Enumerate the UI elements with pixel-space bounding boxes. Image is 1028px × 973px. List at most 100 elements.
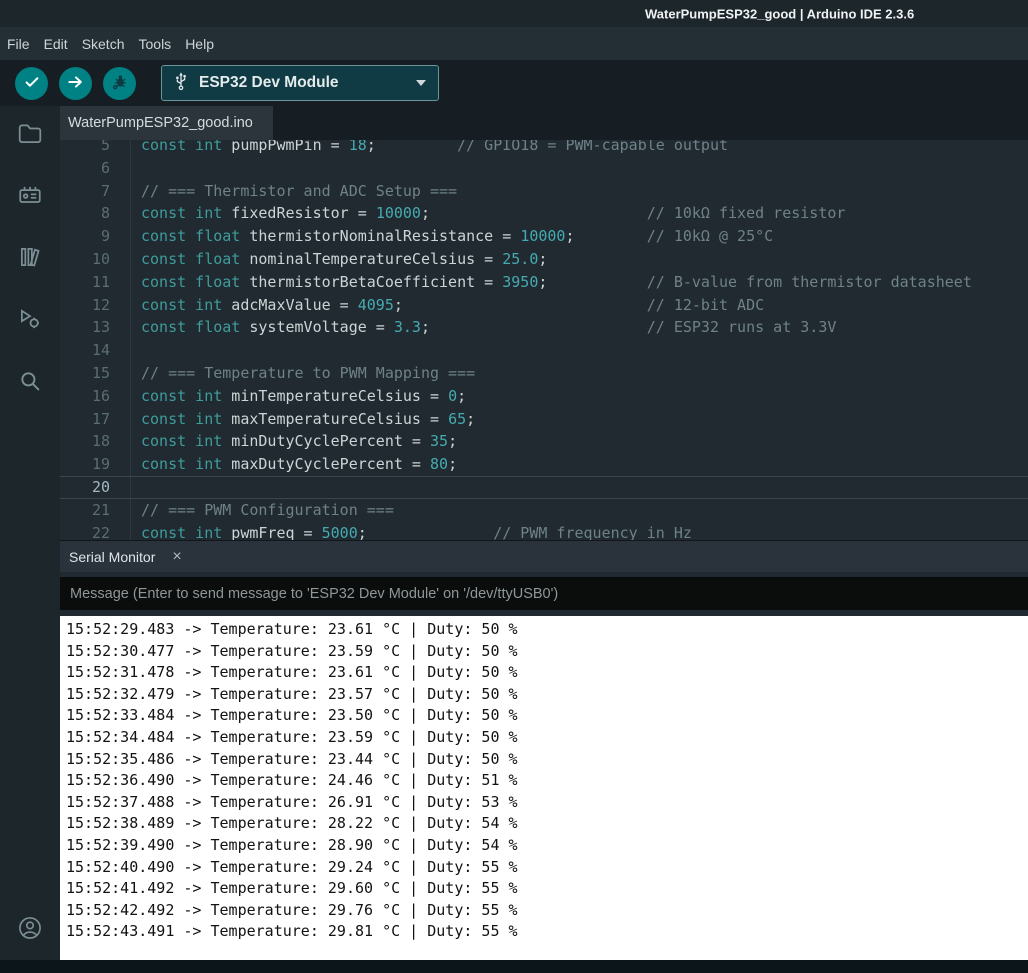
code-text: const int minDutyCyclePercent = 35;: [131, 430, 457, 453]
close-icon[interactable]: ×: [172, 549, 181, 565]
code-text: const int pwmFreq = 5000; // PWM frequen…: [131, 522, 692, 540]
code-line: 13const float systemVoltage = 3.3; // ES…: [60, 316, 1028, 339]
status-bar: [0, 960, 1028, 973]
serial-message-input[interactable]: [60, 577, 1028, 610]
chevron-down-icon: [416, 80, 426, 86]
code-editor[interactable]: 5const int pumpPwmPin = 18; // GPIO18 = …: [60, 140, 1028, 540]
code-line: 10const float nominalTemperatureCelsius …: [60, 248, 1028, 271]
line-number: 19: [60, 453, 131, 476]
line-number: 11: [60, 271, 131, 294]
serial-line: 15:52:42.492 -> Temperature: 29.76 °C | …: [66, 900, 1028, 922]
line-number: 21: [60, 499, 131, 522]
sidebar-item-account[interactable]: [13, 913, 47, 947]
code-text: [131, 157, 141, 180]
line-number: 7: [60, 180, 131, 203]
line-number: 17: [60, 408, 131, 431]
sidebar-item-boards-manager[interactable]: [13, 180, 47, 214]
serial-line: 15:52:33.484 -> Temperature: 23.50 °C | …: [66, 705, 1028, 727]
upload-arrow-icon: [66, 72, 86, 95]
code-text: const int maxTemperatureCelsius = 65;: [131, 408, 475, 431]
code-text: // === PWM Configuration ===: [131, 499, 394, 522]
toolbar: ESP32 Dev Module: [0, 60, 1028, 106]
library-icon: [17, 244, 43, 275]
code-text: const float nominalTemperatureCelsius = …: [131, 248, 547, 271]
window-title: WaterPumpESP32_good | Arduino IDE 2.3.6: [645, 6, 914, 21]
serial-line: 15:52:43.491 -> Temperature: 29.81 °C | …: [66, 921, 1028, 943]
usb-plug-icon: [174, 71, 188, 96]
line-number: 14: [60, 339, 131, 362]
serial-line: 15:52:40.490 -> Temperature: 29.24 °C | …: [66, 857, 1028, 879]
code-line: 7// === Thermistor and ADC Setup ===: [60, 180, 1028, 203]
tab-sketch-file[interactable]: WaterPumpESP32_good.ino: [60, 106, 273, 140]
code-line: 19const int maxDutyCyclePercent = 80;: [60, 453, 1028, 476]
code-line: 17const int maxTemperatureCelsius = 65;: [60, 408, 1028, 431]
content-column: WaterPumpESP32_good.ino 5const int pumpP…: [60, 106, 1028, 960]
menu-item-help[interactable]: Help: [178, 36, 221, 52]
code-line: 9const float thermistorNominalResistance…: [60, 225, 1028, 248]
code-text: const int fixedResistor = 10000; // 10kΩ…: [131, 202, 845, 225]
code-text: [131, 339, 141, 362]
code-text: const float systemVoltage = 3.3; // ESP3…: [131, 316, 836, 339]
activity-sidebar: [0, 106, 60, 960]
sidebar-item-search[interactable]: [13, 366, 47, 400]
serial-line: 15:52:39.490 -> Temperature: 28.90 °C | …: [66, 835, 1028, 857]
sidebar-item-debug[interactable]: [13, 304, 47, 338]
code-text: const float thermistorNominalResistance …: [131, 225, 773, 248]
code-text: const int minTemperatureCelsius = 0;: [131, 385, 466, 408]
line-number: 16: [60, 385, 131, 408]
line-number: 20: [60, 477, 131, 498]
main-area: WaterPumpESP32_good.ino 5const int pumpP…: [0, 106, 1028, 960]
boards-icon: [17, 182, 43, 213]
editor-tab-bar: WaterPumpESP32_good.ino: [60, 106, 1028, 140]
line-number: 5: [60, 140, 131, 157]
upload-button[interactable]: [59, 67, 92, 100]
tab-label: WaterPumpESP32_good.ino: [68, 115, 253, 131]
serial-line: 15:52:36.490 -> Temperature: 24.46 °C | …: [66, 770, 1028, 792]
line-number: 18: [60, 430, 131, 453]
serial-line: 15:52:30.477 -> Temperature: 23.59 °C | …: [66, 641, 1028, 663]
board-selector-label: ESP32 Dev Module: [199, 74, 339, 92]
menu-item-tools[interactable]: Tools: [132, 36, 179, 52]
serial-line: 15:52:29.483 -> Temperature: 23.61 °C | …: [66, 619, 1028, 641]
line-number: 8: [60, 202, 131, 225]
serial-line: 15:52:34.484 -> Temperature: 23.59 °C | …: [66, 727, 1028, 749]
serial-output[interactable]: 15:52:29.483 -> Temperature: 23.61 °C | …: [60, 616, 1028, 960]
serial-line: 15:52:32.479 -> Temperature: 23.57 °C | …: [66, 684, 1028, 706]
folder-icon: [17, 120, 43, 151]
menu-item-edit[interactable]: Edit: [37, 36, 75, 52]
serial-line: 15:52:31.478 -> Temperature: 23.61 °C | …: [66, 662, 1028, 684]
code-line: 12const int adcMaxValue = 4095; // 12-bi…: [60, 294, 1028, 317]
line-number: 12: [60, 294, 131, 317]
code-text: const int adcMaxValue = 4095; // 12-bit …: [131, 294, 764, 317]
serial-line: 15:52:37.488 -> Temperature: 26.91 °C | …: [66, 792, 1028, 814]
line-number: 15: [60, 362, 131, 385]
serial-line: 15:52:35.486 -> Temperature: 23.44 °C | …: [66, 749, 1028, 771]
line-number: 6: [60, 157, 131, 180]
menu-item-sketch[interactable]: Sketch: [75, 36, 132, 52]
code-lines: 5const int pumpPwmPin = 18; // GPIO18 = …: [60, 140, 1028, 540]
serial-line: 15:52:41.492 -> Temperature: 29.60 °C | …: [66, 878, 1028, 900]
serial-line: 15:52:38.489 -> Temperature: 28.22 °C | …: [66, 813, 1028, 835]
code-text: const float thermistorBetaCoefficient = …: [131, 271, 972, 294]
line-number: 13: [60, 316, 131, 339]
line-number: 10: [60, 248, 131, 271]
code-line: 18const int minDutyCyclePercent = 35;: [60, 430, 1028, 453]
debug-button[interactable]: [103, 67, 136, 100]
menu-bar: FileEditSketchToolsHelp: [0, 27, 1028, 60]
code-line: 14: [60, 339, 1028, 362]
code-line: 8const int fixedResistor = 10000; // 10k…: [60, 202, 1028, 225]
code-line: 11const float thermistorBetaCoefficient …: [60, 271, 1028, 294]
line-number: 22: [60, 522, 131, 540]
verify-check-icon: [22, 72, 42, 95]
serial-monitor-tab[interactable]: Serial Monitor: [69, 549, 155, 565]
code-text: const int pumpPwmPin = 18; // GPIO18 = P…: [131, 140, 728, 157]
menu-item-file[interactable]: File: [0, 36, 37, 52]
code-text: [131, 477, 141, 498]
code-text: // === Thermistor and ADC Setup ===: [131, 180, 457, 203]
sidebar-item-library-manager[interactable]: [13, 242, 47, 276]
code-text: // === Temperature to PWM Mapping ===: [131, 362, 475, 385]
verify-button[interactable]: [15, 67, 48, 100]
board-selector[interactable]: ESP32 Dev Module: [161, 65, 439, 101]
debug-bug-icon: [110, 72, 130, 95]
sidebar-item-sketchbook[interactable]: [13, 118, 47, 152]
